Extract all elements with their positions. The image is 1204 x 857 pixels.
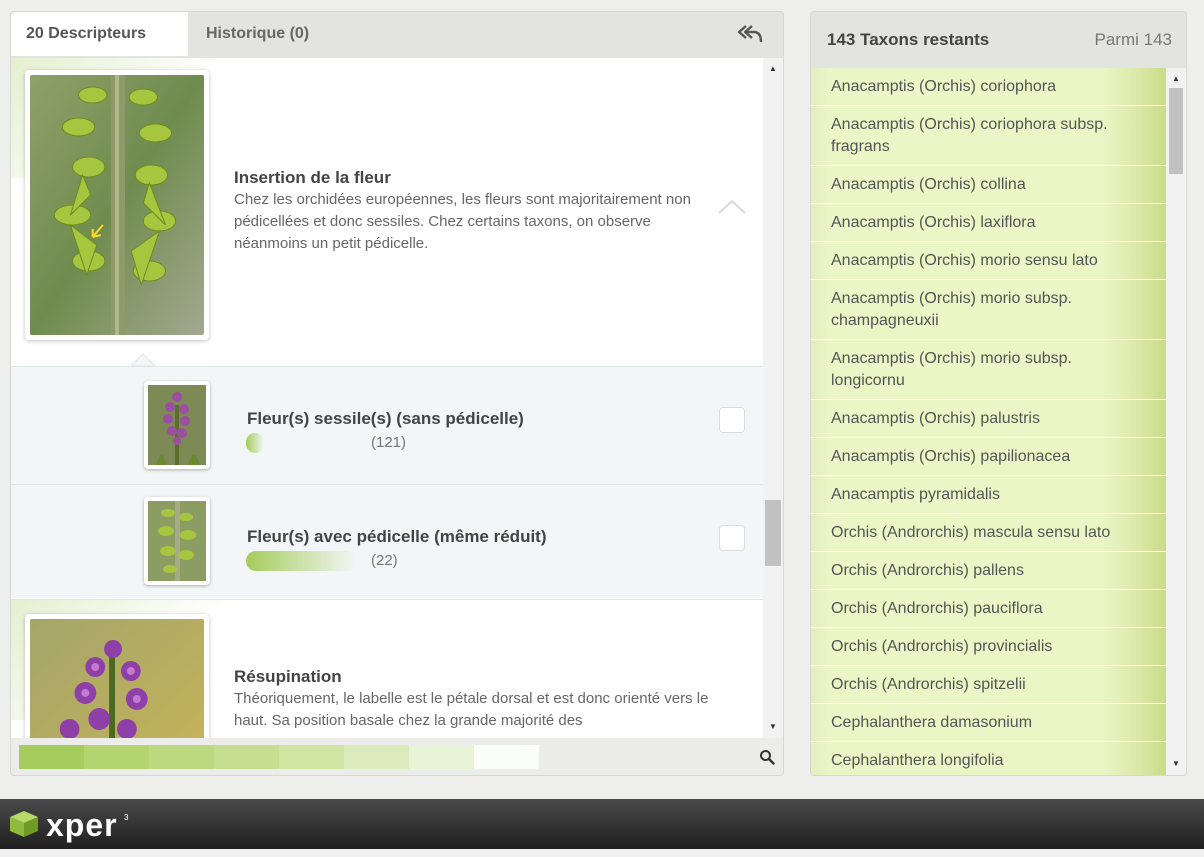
taxon-item[interactable]: Anacamptis (Orchis) collina <box>811 166 1166 204</box>
state-checkbox[interactable] <box>719 525 745 551</box>
descriptor-list[interactable]: Insertion de la fleur Chez les orchidées… <box>11 58 763 738</box>
reply-all-icon[interactable] <box>737 24 763 44</box>
descriptor-item[interactable]: Insertion de la fleur Chez les orchidées… <box>11 58 763 366</box>
progress-segment <box>409 745 474 769</box>
progress-segment <box>149 745 214 769</box>
taxa-header: 143 Taxons restants Parmi 143 <box>811 12 1186 68</box>
progress-bar <box>11 738 783 775</box>
taxon-item[interactable]: Orchis (Androrchis) pauciflora <box>811 590 1166 628</box>
state-count: (121) <box>371 434 407 451</box>
state-frequency-bar <box>246 551 356 571</box>
taxon-item[interactable]: Cephalanthera damasonium <box>811 704 1166 742</box>
descriptor-title: Résupination <box>234 667 342 686</box>
chevron-up-icon[interactable] <box>717 198 747 216</box>
taxon-item[interactable]: Orchis (Androrchis) mascula sensu lato <box>811 514 1166 552</box>
flower-stem-photo <box>30 75 204 335</box>
bottom-strip <box>0 849 1204 857</box>
descriptor-photo[interactable] <box>25 70 209 340</box>
state-thumbnail[interactable] <box>144 497 210 585</box>
scroll-down-arrow-icon[interactable]: ▼ <box>763 718 783 736</box>
search-icon[interactable] <box>759 749 775 765</box>
taxa-total: Parmi 143 <box>1094 30 1172 49</box>
progress-segment <box>474 745 539 769</box>
descriptor-item[interactable]: Résupination Théoriquement, le labelle e… <box>11 599 763 738</box>
tab-historique[interactable]: Historique (0) <box>188 12 388 56</box>
state-checkbox[interactable] <box>719 407 745 433</box>
scroll-up-arrow-icon[interactable]: ▲ <box>763 60 783 78</box>
taxon-item[interactable]: Cephalanthera longifolia <box>811 742 1166 775</box>
green-orchid-photo <box>148 501 206 581</box>
scroll-down-arrow-icon[interactable]: ▼ <box>1166 755 1186 773</box>
state-label: Fleur(s) avec pédicelle (même réduit) <box>247 527 547 546</box>
progress-segment <box>84 745 149 769</box>
taxon-item[interactable]: Orchis (Androrchis) spitzelii <box>811 666 1166 704</box>
taxon-item[interactable]: Anacamptis pyramidalis <box>811 476 1166 514</box>
state-count: (22) <box>371 552 398 569</box>
progress-segment <box>344 745 409 769</box>
tab-descripteurs[interactable]: 20 Descripteurs <box>11 12 188 56</box>
state-label: Fleur(s) sessile(s) (sans pédicelle) <box>247 409 524 428</box>
scroll-up-arrow-icon[interactable]: ▲ <box>1166 70 1186 88</box>
state-thumbnail[interactable] <box>144 381 210 469</box>
taxa-scrollbar[interactable]: ▲ ▼ <box>1166 68 1186 775</box>
state-item[interactable]: Fleur(s) sessile(s) (sans pédicelle) (12… <box>11 366 763 484</box>
tab-bar: 20 Descripteurs Historique (0) <box>11 12 783 56</box>
state-item[interactable]: Fleur(s) avec pédicelle (même réduit) (2… <box>11 484 763 598</box>
xper-cube-icon <box>10 811 38 837</box>
taxon-item[interactable]: Anacamptis (Orchis) morio subsp. longico… <box>811 340 1166 400</box>
taxon-item[interactable]: Anacamptis (Orchis) morio subsp. champag… <box>811 280 1166 340</box>
scrollbar-thumb[interactable] <box>1169 88 1183 174</box>
taxon-item[interactable]: Anacamptis (Orchis) laxiflora <box>811 204 1166 242</box>
logo-text: xper <box>46 807 118 843</box>
descriptor-title: Insertion de la fleur <box>234 168 391 187</box>
descriptors-panel: 20 Descripteurs Historique (0) Insertion… <box>10 11 784 776</box>
taxa-remaining-title: 143 Taxons restants <box>827 30 990 49</box>
taxa-panel: 143 Taxons restants Parmi 143 Anacamptis… <box>810 11 1187 776</box>
taxa-list[interactable]: Anacamptis (Orchis) coriophora Anacamptis… <box>811 68 1166 775</box>
descriptor-scrollbar[interactable]: ▲ ▼ <box>763 58 783 738</box>
taxon-item[interactable]: Anacamptis (Orchis) coriophora subsp. fr… <box>811 106 1166 166</box>
footer-bar: xper 3 <box>0 799 1204 849</box>
descriptor-description: Théoriquement, le labelle est le pétale … <box>234 690 709 729</box>
taxon-item[interactable]: Anacamptis (Orchis) palustris <box>811 400 1166 438</box>
state-frequency-bar <box>246 433 264 453</box>
progress-segment <box>19 745 84 769</box>
taxon-item[interactable]: Anacamptis (Orchis) coriophora <box>811 68 1166 106</box>
purple-orchid-photo <box>30 619 204 738</box>
taxon-item[interactable]: Orchis (Androrchis) pallens <box>811 552 1166 590</box>
progress-segment <box>279 745 344 769</box>
scrollbar-thumb[interactable] <box>765 500 781 566</box>
purple-orchid-photo <box>148 385 206 465</box>
taxon-item[interactable]: Anacamptis (Orchis) morio sensu lato <box>811 242 1166 280</box>
pointer-caret-icon <box>131 353 155 366</box>
progress-segment <box>214 745 279 769</box>
logo-superscript: 3 <box>124 813 129 822</box>
taxon-item[interactable]: Orchis (Androrchis) provincialis <box>811 628 1166 666</box>
xper-logo[interactable]: xper 3 <box>8 805 128 843</box>
descriptor-photo[interactable] <box>25 614 209 738</box>
descriptor-description: Chez les orchidées européennes, les fleu… <box>234 191 691 252</box>
taxon-item[interactable]: Anacamptis (Orchis) papilionacea <box>811 438 1166 476</box>
